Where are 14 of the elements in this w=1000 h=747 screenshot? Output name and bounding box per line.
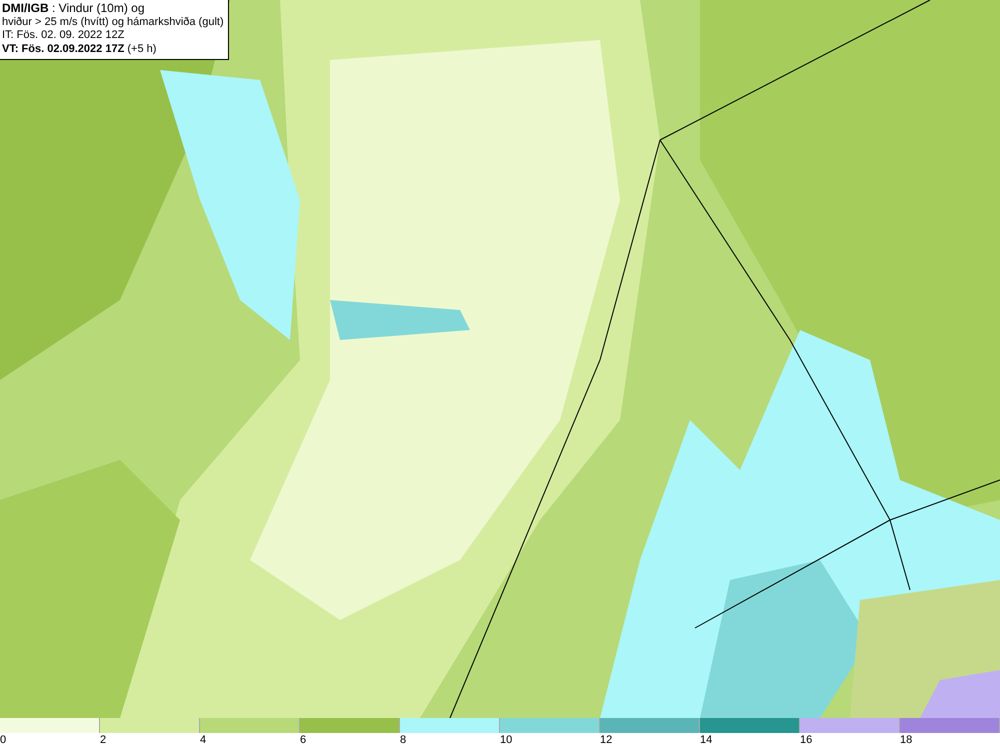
legend-tick-label: 14: [700, 733, 712, 747]
legend-tick-label: 18: [900, 733, 912, 747]
legend-tick-label: 2: [100, 733, 106, 747]
info-text: hviður > 25 m/s (hvítt) og hámarkshviða (gult): [2, 16, 224, 29]
legend-tick-label: 16: [800, 733, 812, 747]
legend-tick-label: 12: [600, 733, 612, 747]
legend-tick-label: 6: [300, 733, 306, 747]
info-text: IT: Fös. 02. 09. 2022 12Z: [2, 29, 126, 42]
legend-tick-label: 8: [400, 733, 406, 747]
info-text: DMI/IGB : Vindur (10m) og: [2, 2, 146, 16]
legend-tick-label: 4: [200, 733, 206, 747]
legend-tick-label: 10: [500, 733, 512, 747]
legend-tick-label: 0: [0, 733, 6, 747]
info-text: VT: Fös. 02.09.2022 17Z (+5 h): [2, 42, 158, 56]
